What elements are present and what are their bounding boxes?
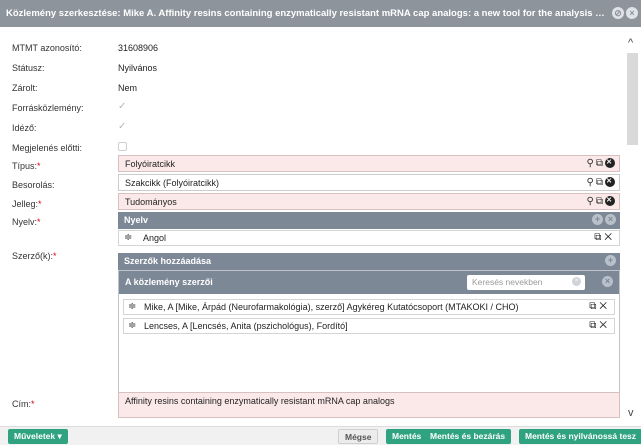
source-pub-label: Forrásközlemény: bbox=[12, 103, 84, 113]
save-button[interactable]: Mentés bbox=[386, 429, 428, 444]
language-panel-header: Nyelv + × bbox=[118, 212, 620, 229]
actions-menu-button[interactable]: Műveletek ▾ bbox=[8, 429, 68, 444]
remove-icon[interactable]: × bbox=[605, 214, 616, 225]
author-row[interactable]: ≑ Lencses, A [Lencsés, Anita (pszichológ… bbox=[123, 318, 615, 334]
search-icon[interactable]: ⚲ bbox=[587, 196, 596, 207]
language-label: Nyelv:* bbox=[12, 217, 41, 227]
authors-add-title: Szerzők hozzáadása bbox=[124, 256, 212, 266]
add-icon[interactable]: + bbox=[605, 255, 616, 266]
delete-icon[interactable]: ✕ bbox=[599, 320, 610, 331]
open-external-icon[interactable]: ⧉ bbox=[596, 158, 605, 169]
mtmt-id-value: 31608906 bbox=[118, 43, 159, 53]
authors-add-panel[interactable]: Szerzők hozzáadása + bbox=[118, 253, 620, 270]
citing-check-icon: ✓ bbox=[118, 121, 127, 132]
scrollbar-thumb[interactable] bbox=[627, 53, 638, 145]
open-external-icon[interactable]: ⧉ bbox=[594, 232, 604, 243]
drag-handle-icon[interactable]: ≑ bbox=[128, 320, 136, 331]
cancel-button[interactable]: Mégse bbox=[338, 429, 379, 444]
status-value: Nyilvános bbox=[118, 63, 158, 73]
open-external-icon[interactable]: ⧉ bbox=[596, 177, 605, 188]
clear-icon[interactable]: ✕ bbox=[605, 158, 615, 169]
search-icon[interactable]: ⚲ bbox=[587, 177, 596, 188]
classification-field[interactable]: Szakcikk (Folyóiratcikk) ⚲⧉✕ bbox=[118, 174, 620, 191]
close-icon[interactable]: × bbox=[626, 7, 638, 19]
classification-label: Besorolás: bbox=[12, 180, 55, 190]
open-external-icon[interactable]: ⧉ bbox=[589, 320, 599, 331]
type-value: Folyóiratcikk bbox=[125, 159, 176, 169]
clear-icon[interactable]: ✕ bbox=[605, 177, 615, 188]
character-value: Tudományos bbox=[125, 197, 177, 207]
remove-icon[interactable]: × bbox=[602, 276, 613, 287]
pre-publication-checkbox[interactable] bbox=[118, 142, 127, 151]
chevron-down-icon: ▾ bbox=[57, 431, 62, 441]
author-name: Lencses, A [Lencsés, Anita (pszichológus… bbox=[144, 321, 348, 331]
source-pub-check-icon: ✓ bbox=[118, 101, 127, 112]
add-icon[interactable]: + bbox=[592, 214, 603, 225]
open-external-icon[interactable]: ⧉ bbox=[596, 196, 605, 207]
character-label: Jelleg:* bbox=[12, 199, 42, 209]
language-panel-title: Nyelv bbox=[124, 215, 149, 225]
mtmt-id-label: MTMT azonosító: bbox=[12, 43, 82, 53]
clear-search-icon[interactable]: × bbox=[572, 277, 581, 286]
authors-list-panel: A közlemény szerzői Keresés nevekben × ×… bbox=[118, 270, 620, 400]
open-external-icon[interactable]: ⧉ bbox=[589, 301, 599, 312]
dialog-footer: Műveletek ▾ Mégse Mentés Mentés és bezár… bbox=[0, 426, 641, 445]
locked-label: Zárolt: bbox=[12, 83, 38, 93]
title-label: Cím:* bbox=[12, 399, 35, 409]
minimize-icon[interactable]: ⊘ bbox=[612, 7, 624, 19]
drag-handle-icon[interactable]: ≑ bbox=[124, 232, 132, 243]
author-search-placeholder: Keresés nevekben bbox=[472, 277, 543, 287]
classification-value: Szakcikk (Folyóiratcikk) bbox=[125, 178, 220, 188]
title-value: Affinity resins containing enzymatically… bbox=[125, 396, 395, 406]
search-icon[interactable]: ⚲ bbox=[587, 158, 596, 169]
language-item[interactable]: ≑ Angol ⧉✕ bbox=[118, 230, 620, 246]
delete-icon[interactable]: ✕ bbox=[604, 232, 615, 243]
type-label: Típus:* bbox=[12, 161, 41, 171]
author-name: Mike, A [Mike, Árpád (Neurofarmakológia)… bbox=[144, 302, 519, 312]
scroll-down-icon[interactable]: v bbox=[628, 407, 634, 419]
status-label: Státusz: bbox=[12, 63, 45, 73]
character-field[interactable]: Tudományos ⚲⧉✕ bbox=[118, 193, 620, 210]
dialog-titlebar: Közlemény szerkesztése: Mike A. Affinity… bbox=[0, 0, 641, 27]
actions-label: Műveletek bbox=[14, 431, 56, 441]
author-row[interactable]: ≑ Mike, A [Mike, Árpád (Neurofarmakológi… bbox=[123, 299, 615, 315]
language-item-label: Angol bbox=[143, 233, 167, 243]
title-field[interactable]: Affinity resins containing enzymatically… bbox=[118, 392, 620, 418]
authors-label: Szerző(k):* bbox=[12, 251, 57, 261]
save-close-button[interactable]: Mentés és bezárás bbox=[424, 429, 512, 444]
vertical-scrollbar[interactable]: ^ v bbox=[624, 27, 641, 426]
delete-icon[interactable]: ✕ bbox=[599, 301, 610, 312]
form-scroll-area[interactable]: MTMT azonosító: 31608906 Státusz: Nyilvá… bbox=[0, 27, 641, 426]
authors-list-title: A közlemény szerzői bbox=[125, 277, 213, 287]
clear-icon[interactable]: ✕ bbox=[605, 196, 615, 207]
author-search-input[interactable]: Keresés nevekben × bbox=[467, 275, 585, 290]
citing-label: Idéző: bbox=[12, 123, 37, 133]
drag-handle-icon[interactable]: ≑ bbox=[128, 301, 136, 312]
pre-publication-label: Megjelenés előtti: bbox=[12, 143, 83, 153]
locked-value: Nem bbox=[118, 83, 138, 93]
scroll-up-icon[interactable]: ^ bbox=[628, 37, 633, 49]
dialog-title: Közlemény szerkesztése: Mike A. Affinity… bbox=[6, 8, 606, 19]
type-field[interactable]: Folyóiratcikk ⚲⧉✕ bbox=[118, 155, 620, 172]
authors-list-header: A közlemény szerzői Keresés nevekben × × bbox=[119, 271, 619, 294]
save-publish-button[interactable]: Mentés és nyilvánossá tesz bbox=[519, 429, 641, 444]
